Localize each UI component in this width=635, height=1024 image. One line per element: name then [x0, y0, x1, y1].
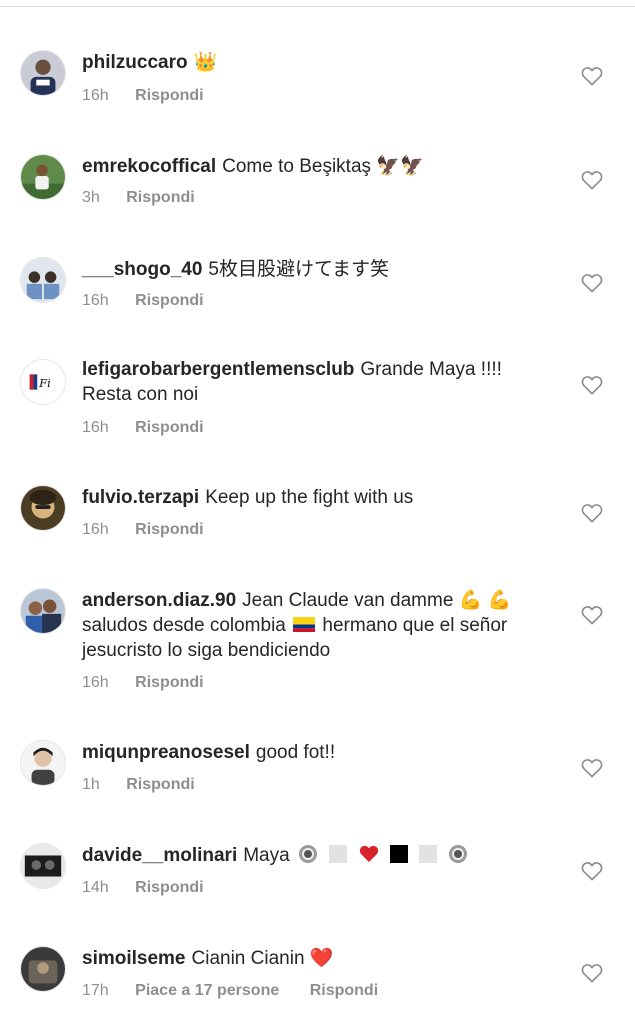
comment-body: 👑 [193, 52, 218, 73]
comment-body: 5枚目股避けてます笑 [208, 259, 390, 280]
avatar[interactable] [20, 740, 66, 786]
comment-meta: 16h Rispondi [82, 419, 204, 437]
reply-button[interactable]: Rispondi [135, 879, 203, 896]
comment-time: 1h [82, 776, 100, 793]
comment-body: Come to Beşiktaş 🦅🦅 [222, 156, 424, 177]
comment-body: Maya [243, 845, 290, 866]
heart-outline-icon[interactable] [581, 963, 603, 983]
heart-outline-icon[interactable] [581, 273, 603, 293]
reply-button[interactable]: Rispondi [310, 982, 378, 999]
comment-username[interactable]: anderson.diaz.90 [82, 590, 236, 611]
avatar[interactable]: Fi [20, 359, 66, 405]
comment-body: good fot!! [255, 742, 336, 763]
comment-meta: 16h Rispondi [82, 674, 204, 692]
comment-username[interactable]: lefigarobarbergentlemensclub [82, 359, 354, 380]
comment-meta: 14h Rispondi [82, 879, 204, 897]
comment-text: philzuccaro 👑 [82, 50, 552, 75]
comment-time: 16h [82, 674, 109, 691]
comment-time: 14h [82, 879, 109, 896]
white-square-icon [329, 845, 348, 863]
comment-username[interactable]: ___shogo_40 [82, 259, 202, 280]
comment-text: davide__molinari Maya [82, 843, 552, 868]
avatar[interactable] [20, 485, 66, 531]
comment-time: 16h [82, 521, 109, 538]
heart-outline-icon[interactable] [581, 503, 603, 523]
reply-button[interactable]: Rispondi [135, 674, 203, 691]
radio-button-icon [449, 845, 468, 863]
reply-button[interactable]: Rispondi [126, 776, 194, 793]
comment-username[interactable]: davide__molinari [82, 845, 237, 866]
heart-outline-icon[interactable] [581, 66, 603, 86]
comment-body: Cianin Cianin ❤️ [191, 948, 334, 969]
black-square-icon [389, 845, 408, 863]
avatar[interactable] [20, 588, 66, 634]
comment-text: anderson.diaz.90 Jean Claude van damme 💪 … [82, 588, 552, 663]
comment-meta: 3h Rispondi [82, 189, 195, 207]
comment-text: ___shogo_40 5枚目股避けてます笑 [82, 257, 552, 282]
comment-username[interactable]: miqunpreanosesel [82, 742, 250, 763]
comment-text: emrekocoffical Come to Beşiktaş 🦅🦅 [82, 154, 552, 179]
heart-outline-icon[interactable] [581, 375, 603, 395]
comment-time: 3h [82, 189, 100, 206]
comment-meta: 1h Rispondi [82, 776, 195, 794]
comment-time: 16h [82, 292, 109, 309]
comment-text: lefigarobarbergentlemensclub Grande Maya … [82, 357, 552, 407]
heart-outline-icon[interactable] [581, 605, 603, 625]
avatar[interactable] [20, 946, 66, 992]
comment-username[interactable]: simoilseme [82, 948, 186, 969]
comment-meta: 16h Rispondi [82, 292, 204, 310]
red-heart-icon [359, 845, 378, 862]
white-square-icon [419, 845, 438, 863]
avatar[interactable] [20, 154, 66, 200]
avatar[interactable] [20, 257, 66, 303]
comment-body: Keep up the fight with us [205, 487, 414, 508]
comment-meta: 16h Rispondi [82, 87, 204, 105]
comment-username[interactable]: emrekocoffical [82, 156, 216, 177]
comment-meta: 16h Rispondi [82, 521, 204, 539]
radio-button-icon [298, 845, 317, 863]
reply-button[interactable]: Rispondi [135, 292, 203, 309]
reply-button[interactable]: Rispondi [135, 87, 203, 104]
heart-outline-icon[interactable] [581, 758, 603, 778]
comment-text: fulvio.terzapi Keep up the fight with us [82, 485, 552, 510]
top-divider [0, 6, 635, 7]
comment-time: 16h [82, 87, 109, 104]
likes-count[interactable]: Piace a 17 persone [135, 982, 279, 999]
reply-button[interactable]: Rispondi [126, 189, 194, 206]
comment-time: 16h [82, 419, 109, 436]
colombia-flag-icon [293, 617, 316, 632]
reply-button[interactable]: Rispondi [135, 419, 203, 436]
comment-meta: 17h Piace a 17 persone Rispondi [82, 982, 378, 1000]
avatar[interactable] [20, 50, 66, 96]
comment-time: 17h [82, 982, 109, 999]
comment-username[interactable]: philzuccaro [82, 52, 188, 73]
reply-button[interactable]: Rispondi [135, 521, 203, 538]
comment-username[interactable]: fulvio.terzapi [82, 487, 199, 508]
comment-text: simoilseme Cianin Cianin ❤️ [82, 946, 552, 971]
comment-text: miqunpreanosesel good fot!! [82, 740, 552, 765]
svg-text:Fi: Fi [38, 376, 51, 390]
avatar[interactable] [20, 843, 66, 889]
heart-outline-icon[interactable] [581, 861, 603, 881]
heart-outline-icon[interactable] [581, 170, 603, 190]
